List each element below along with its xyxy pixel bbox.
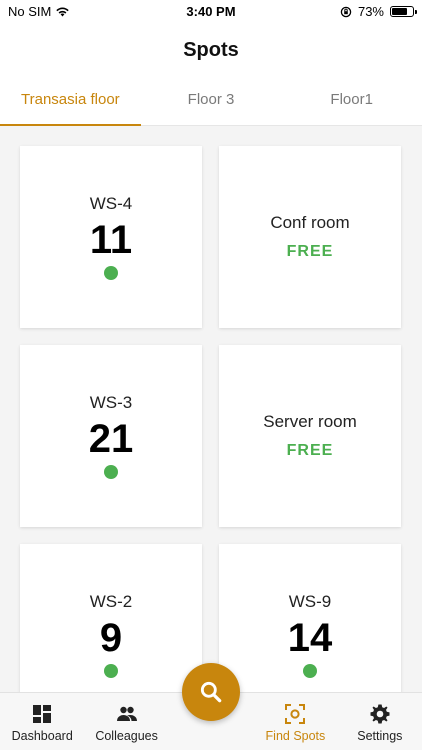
spot-name: WS-2 xyxy=(89,592,133,611)
spots-grid: WS-4 11 Conf room FREE WS-3 21 Server ro… xyxy=(20,146,402,726)
battery-percent: 73% xyxy=(357,4,384,19)
spot-count: 21 xyxy=(88,417,134,461)
app-header: Spots xyxy=(0,24,422,76)
nav-dashboard-label: Dashboard xyxy=(11,729,73,743)
battery-fill xyxy=(392,8,407,15)
status-dot xyxy=(303,664,317,678)
spot-name: Server room xyxy=(263,412,357,431)
find-spots-icon xyxy=(285,704,306,724)
status-dot xyxy=(104,465,118,479)
nav-find-spots-label: Find Spots xyxy=(265,729,326,743)
spot-name: Conf room xyxy=(270,213,350,232)
orientation-lock-icon xyxy=(340,6,352,17)
status-dot xyxy=(104,664,118,678)
spot-card-conf-room[interactable]: Conf room FREE xyxy=(219,146,401,328)
spot-name: WS-4 xyxy=(89,194,133,213)
search-icon xyxy=(200,681,222,703)
nav-settings-label: Settings xyxy=(357,729,403,743)
spot-count: 9 xyxy=(99,616,123,660)
nav-colleagues[interactable]: Colleagues xyxy=(84,693,168,750)
status-dot xyxy=(104,266,118,280)
search-fab[interactable] xyxy=(182,663,240,721)
gear-icon xyxy=(370,704,390,724)
nav-find-spots[interactable]: Find Spots xyxy=(253,693,337,750)
tab-floor-3[interactable]: Floor 3 xyxy=(141,76,282,125)
nav-dashboard[interactable]: Dashboard xyxy=(0,693,84,750)
spot-card-ws-3[interactable]: WS-3 21 xyxy=(20,345,202,527)
tab-floor1[interactable]: Floor1 xyxy=(281,76,422,125)
nav-settings[interactable]: Settings xyxy=(338,693,422,750)
dashboard-icon xyxy=(33,705,52,723)
spot-name: WS-9 xyxy=(288,592,332,611)
battery-icon xyxy=(390,6,417,17)
spot-card-ws-4[interactable]: WS-4 11 xyxy=(20,146,202,328)
spot-count: 11 xyxy=(89,218,133,262)
spot-card-server-room[interactable]: Server room FREE xyxy=(219,345,401,527)
status-bar: No SIM 3:40 PM 73% xyxy=(0,0,422,24)
people-icon xyxy=(116,706,137,721)
spot-count: 14 xyxy=(287,616,333,660)
spot-status: FREE xyxy=(286,442,334,459)
status-right: 73% xyxy=(340,4,417,19)
tab-transasia-floor[interactable]: Transasia floor xyxy=(0,76,141,126)
nav-colleagues-label: Colleagues xyxy=(95,729,158,743)
floor-tabs: Transasia floor Floor 3 Floor1 xyxy=(0,76,422,126)
spot-name: WS-3 xyxy=(89,393,133,412)
page-title: Spots xyxy=(183,39,239,61)
spot-status: FREE xyxy=(286,243,334,260)
